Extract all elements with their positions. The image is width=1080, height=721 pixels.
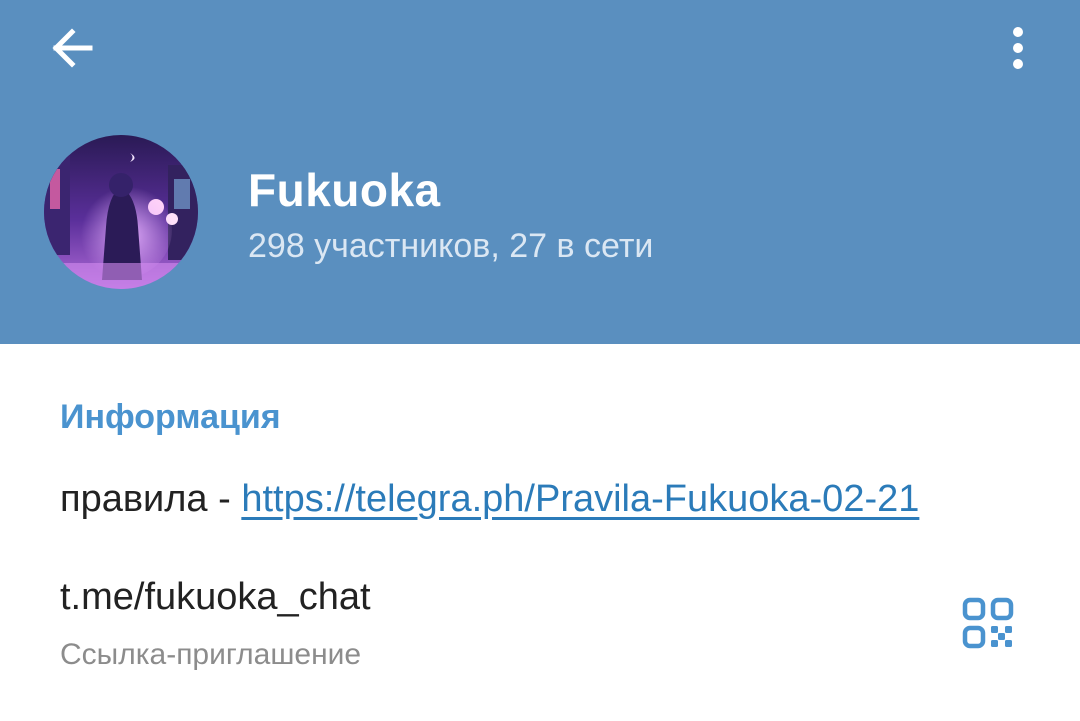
group-avatar[interactable] [44, 135, 198, 289]
description-prefix: правила - [60, 478, 242, 520]
group-title: Fukuoka [248, 164, 441, 216]
more-options-button[interactable] [990, 18, 1046, 78]
qr-code-icon [962, 597, 1014, 649]
rules-link[interactable]: https://telegra.ph/Pravila-Fukuoka-02-21 [241, 478, 919, 520]
arrow-left-icon [52, 28, 93, 68]
qr-code-button[interactable] [950, 585, 1026, 661]
members-status: 298 участников, 27 в сети [248, 227, 654, 265]
back-button[interactable] [36, 22, 108, 74]
group-description: правила - https://telegra.ph/Pravila-Fuk… [60, 475, 919, 523]
profile-header: Fukuoka 298 участников, 27 в сети [0, 0, 1080, 344]
more-vertical-icon [1013, 27, 1023, 69]
info-section-title: Информация [60, 398, 281, 436]
avatar-image [44, 135, 198, 289]
invite-link[interactable]: t.me/fukuoka_chat [60, 573, 371, 621]
invite-link-caption: Ссылка-приглашение [60, 638, 362, 671]
